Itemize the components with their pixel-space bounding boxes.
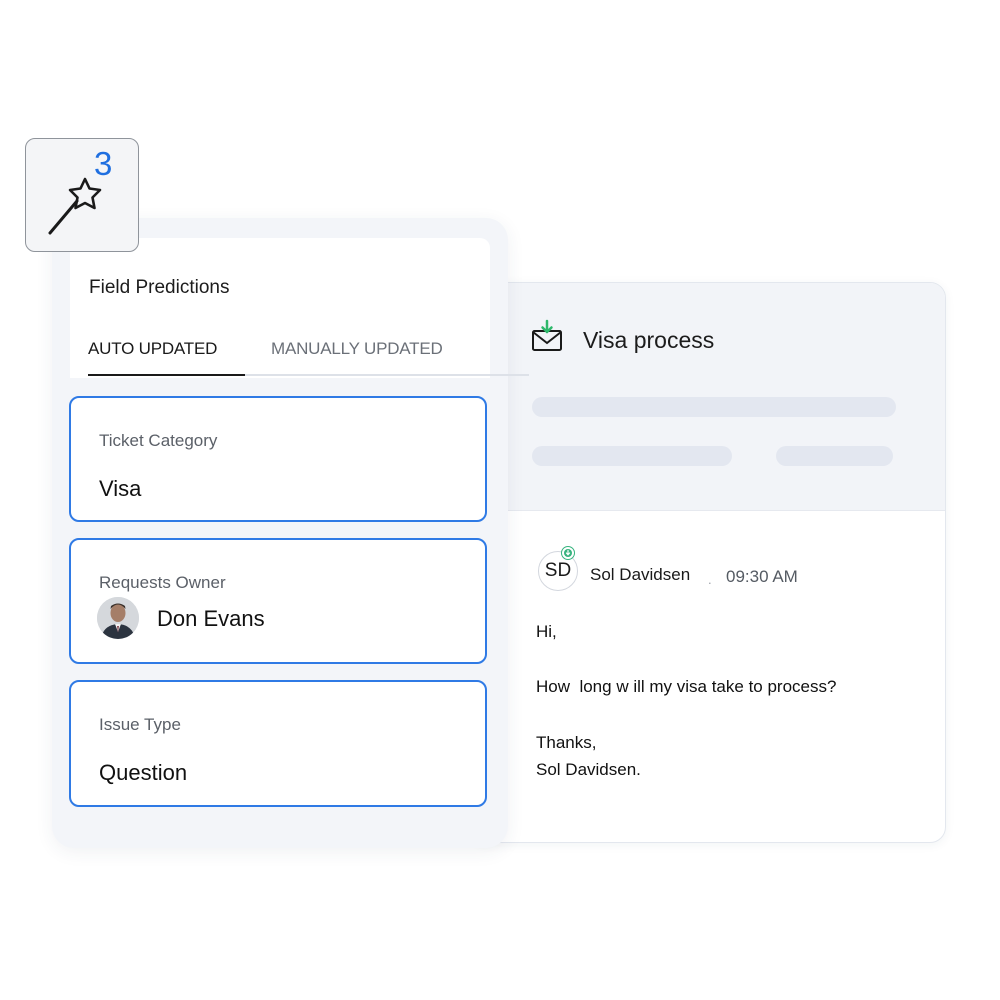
person-photo [97, 597, 139, 639]
predictions-header-card: Field Predictions AUTO UPDATED MANUALLY … [70, 238, 529, 378]
active-tab-indicator [88, 374, 245, 376]
tab-auto-updated[interactable]: AUTO UPDATED [88, 339, 217, 359]
email-panel: Visa process SD Sol Davidsen . 09:30 AM … [470, 282, 946, 843]
email-subject: Visa process [583, 327, 715, 353]
email-body-line: Hi, [536, 622, 557, 641]
skeleton-line [532, 397, 896, 417]
email-time: 09:30 AM [726, 567, 798, 586]
skeleton-line [776, 446, 893, 466]
email-body-line: Thanks, [536, 733, 597, 752]
envelope-download-icon [532, 319, 562, 351]
requests-owner-field[interactable]: Requests Owner Don Evans [69, 538, 487, 664]
field-value: Visa [99, 476, 142, 501]
sender-name[interactable]: Sol Davidsen [590, 565, 690, 585]
ticket-category-field[interactable]: Ticket Category Visa [69, 396, 487, 522]
sync-status-icon [561, 546, 575, 560]
skeleton-line [532, 446, 732, 466]
email-body-line: Sol Davidsen. [536, 760, 641, 779]
magic-wand-icon [48, 177, 102, 235]
magic-wand-badge[interactable]: 3 [25, 138, 139, 252]
issue-type-field[interactable]: Issue Type Question [69, 680, 487, 807]
email-header: Visa process [471, 283, 945, 511]
email-body-line: How long w ill my visa take to process? [536, 677, 837, 696]
separator: . [708, 572, 712, 587]
field-label: Ticket Category [99, 431, 218, 450]
owner-name: Don Evans [157, 606, 265, 631]
tab-manually-updated[interactable]: MANUALLY UPDATED [271, 339, 443, 359]
field-label: Requests Owner [99, 573, 226, 592]
field-value: Question [99, 760, 188, 785]
panel-title: Field Predictions [89, 277, 230, 298]
field-label: Issue Type [99, 715, 181, 734]
